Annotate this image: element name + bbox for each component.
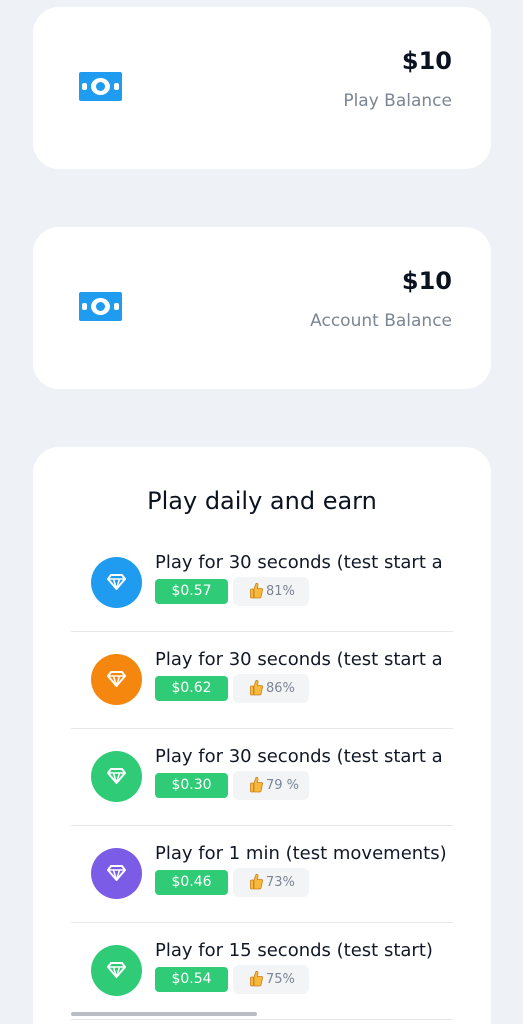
reward-badge: $0.46	[155, 870, 228, 895]
task-title: Play for 1 min (test movements)	[155, 843, 447, 864]
rating-text: 86%	[266, 681, 295, 696]
account-balance-label: Account Balance	[310, 311, 452, 331]
reward-badge: $0.57	[155, 579, 228, 604]
rating-text: 79 %	[266, 778, 300, 793]
thumbs-up-icon	[250, 582, 263, 599]
reward-badge: $0.30	[155, 773, 228, 798]
task-item[interactable]: Play for 30 seconds (test start a $0.30 …	[71, 729, 453, 826]
task-item[interactable]: Play for 30 seconds (test start a $0.57 …	[71, 535, 453, 632]
money-bill-icon	[79, 72, 122, 101]
diamond-icon	[91, 945, 142, 996]
earn-section-title: Play daily and earn	[147, 487, 377, 515]
task-title: Play for 30 seconds (test start a	[155, 649, 443, 670]
task-title: Play for 30 seconds (test start a	[155, 552, 443, 573]
money-bill-icon	[79, 292, 122, 321]
diamond-icon	[91, 557, 142, 608]
thumbs-up-icon	[250, 970, 263, 987]
play-balance-label: Play Balance	[343, 91, 452, 111]
diamond-icon	[91, 751, 142, 802]
play-daily-earn-card: Play daily and earn Play for 30 seconds …	[33, 447, 491, 1024]
diamond-icon	[91, 654, 142, 705]
account-balance-card[interactable]: $10 Account Balance	[33, 227, 491, 389]
rating-text: 81%	[266, 584, 295, 599]
rating-badge: 79 %	[233, 771, 309, 800]
task-title: Play for 15 seconds (test start)	[155, 940, 433, 961]
play-balance-amount: $10	[401, 47, 452, 75]
rating-badge: 86%	[233, 674, 309, 703]
account-balance-amount: $10	[401, 267, 452, 295]
diamond-icon	[91, 848, 142, 899]
play-balance-card[interactable]: $10 Play Balance	[33, 7, 491, 169]
task-list[interactable]: Play for 30 seconds (test start a $0.57 …	[71, 535, 453, 1020]
thumbs-up-icon	[250, 679, 263, 696]
rating-badge: 75%	[233, 965, 309, 994]
rating-badge: 81%	[233, 577, 309, 606]
rating-badge: 73%	[233, 868, 309, 897]
reward-badge: $0.54	[155, 967, 228, 992]
reward-badge: $0.62	[155, 676, 228, 701]
task-item[interactable]: Play for 1 min (test movements) $0.46 73…	[71, 826, 453, 923]
task-item[interactable]: Play for 15 seconds (test start) $0.54 7…	[71, 923, 453, 1020]
rating-text: 75%	[266, 972, 295, 987]
rating-text: 73%	[266, 875, 295, 890]
thumbs-up-icon	[250, 873, 263, 890]
thumbs-up-icon	[250, 776, 263, 793]
horizontal-scrollbar[interactable]	[71, 1012, 257, 1016]
task-title: Play for 30 seconds (test start a	[155, 746, 443, 767]
task-item[interactable]: Play for 30 seconds (test start a $0.62 …	[71, 632, 453, 729]
